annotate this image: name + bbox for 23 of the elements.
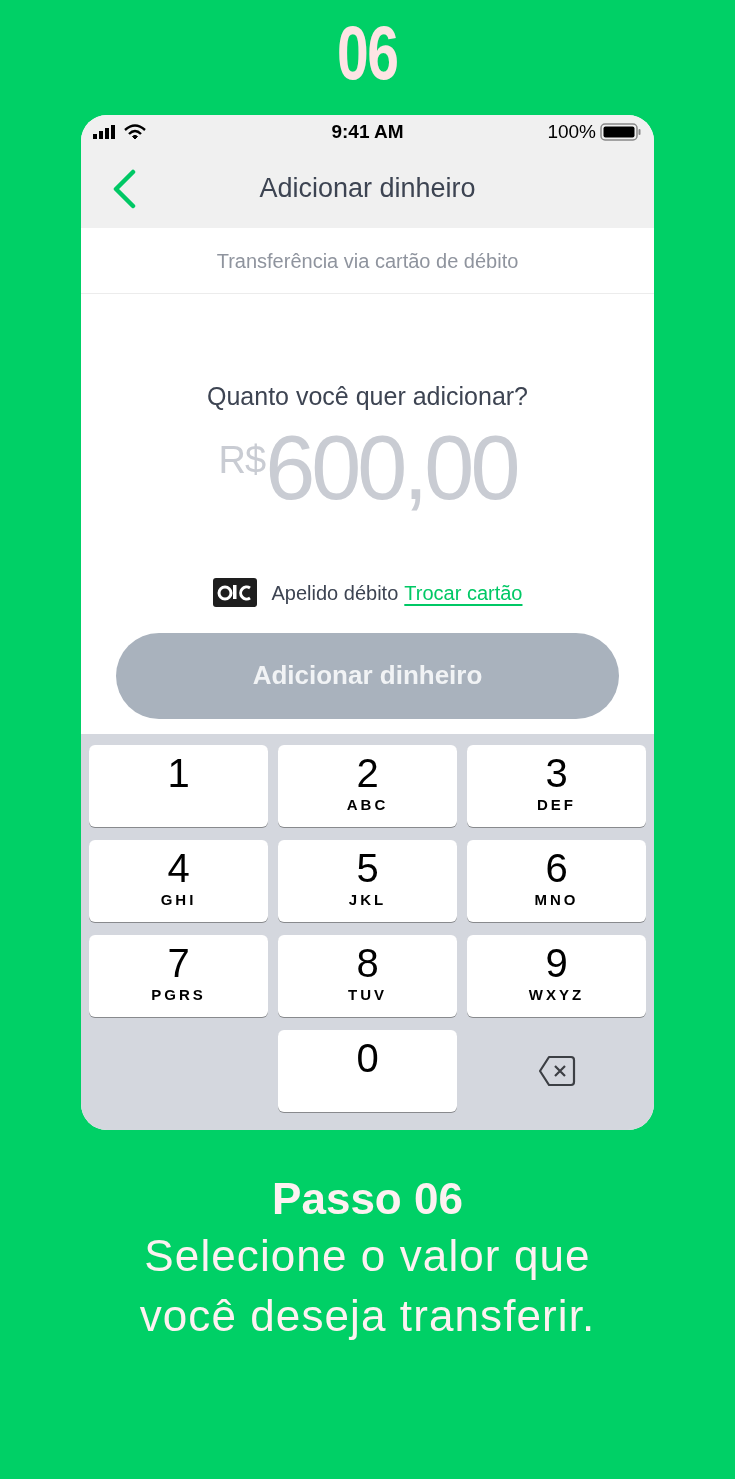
keypad-key[interactable]: 5 JKL — [278, 839, 457, 922]
wifi-icon — [124, 124, 146, 140]
keypad-key[interactable]: 0 — [278, 1029, 457, 1112]
card-logo-icon — [212, 578, 257, 607]
keypad-key[interactable]: 8 TUV — [278, 934, 457, 1017]
keypad-key[interactable]: 6 MNO — [467, 839, 646, 922]
keypad-key[interactable]: 9 WXYZ — [467, 934, 646, 1017]
card-name: Apelido débito — [271, 580, 399, 606]
keypad-key[interactable]: 2 ABC — [278, 744, 457, 827]
subtitle: Transferência via cartão de débito — [216, 248, 519, 274]
keypad-key[interactable]: 4 GHI — [89, 839, 268, 922]
keypad-key[interactable]: 7 PGRS — [89, 934, 268, 1017]
amount-question: Quanto você quer adicionar? — [206, 381, 528, 412]
backspace-icon[interactable] — [537, 1054, 576, 1087]
screen-title: Adicionar dinheiro — [259, 172, 476, 206]
keypad-key[interactable]: 1 — [89, 744, 268, 827]
keypad-key[interactable]: 3 DEF — [467, 744, 646, 827]
status-time: 9:41 AM — [331, 119, 404, 144]
battery-percent: 100% — [547, 119, 596, 144]
battery-icon — [600, 122, 642, 142]
step-number: 06 — [337, 9, 398, 97]
caption-title: Passo 06 — [272, 1173, 463, 1225]
caption-text: Selecione o valor que você deseja transferir. — [138, 1230, 597, 1342]
